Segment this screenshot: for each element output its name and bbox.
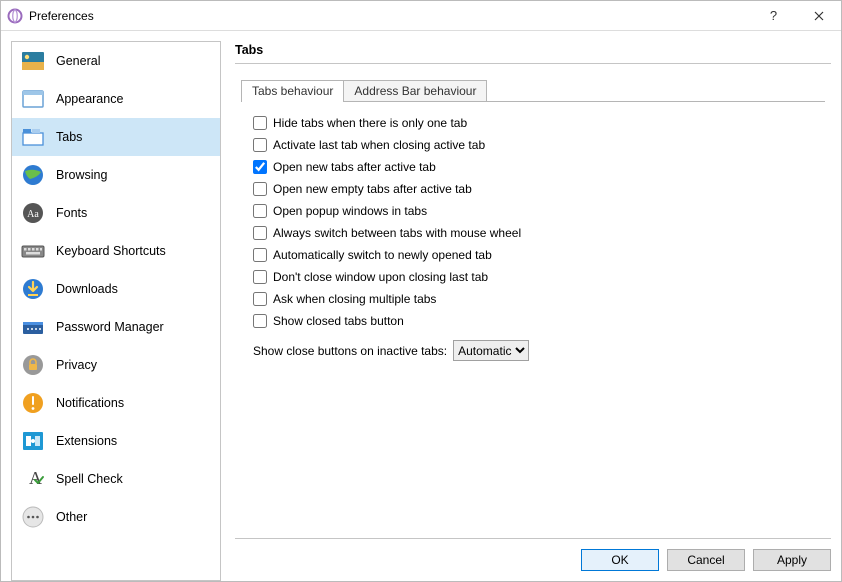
option-label: Open new empty tabs after active tab	[273, 182, 472, 196]
window-title: Preferences	[29, 9, 94, 23]
apply-button[interactable]: Apply	[753, 549, 831, 571]
more-icon	[20, 504, 46, 530]
app-icon	[7, 8, 23, 24]
svg-text:Aa: Aa	[27, 209, 39, 220]
downloads-icon	[20, 276, 46, 302]
password-icon	[20, 314, 46, 340]
close-buttons-select[interactable]: Automatic	[453, 340, 529, 361]
sidebar-item-notifications[interactable]: Notifications	[12, 384, 220, 422]
checkbox[interactable]	[253, 270, 267, 284]
fonts-icon: Aa	[20, 200, 46, 226]
globe-icon	[20, 162, 46, 188]
sidebar-item-label: Browsing	[56, 168, 107, 182]
sidebar-item-extensions[interactable]: Extensions	[12, 422, 220, 460]
sidebar-item-label: Tabs	[56, 130, 82, 144]
svg-text:A: A	[29, 468, 42, 488]
checkbox[interactable]	[253, 248, 267, 262]
main-panel: Tabs Tabs behaviour Address Bar behaviou…	[221, 41, 831, 581]
lock-icon	[20, 352, 46, 378]
dialog-footer: OK Cancel Apply	[235, 538, 831, 581]
sidebar-item-appearance[interactable]: Appearance	[12, 80, 220, 118]
close-buttons-label: Show close buttons on inactive tabs:	[253, 344, 447, 358]
option-label: Always switch between tabs with mouse wh…	[273, 226, 521, 240]
sidebar-item-spellcheck[interactable]: A Spell Check	[12, 460, 220, 498]
option-open-empty-after-active[interactable]: Open new empty tabs after active tab	[253, 178, 821, 200]
tabs-icon	[20, 124, 46, 150]
extensions-icon	[20, 428, 46, 454]
tab-strip: Tabs behaviour Address Bar behaviour	[241, 78, 825, 102]
option-label: Open popup windows in tabs	[273, 204, 427, 218]
cancel-button[interactable]: Cancel	[667, 549, 745, 571]
content: General Appearance Tabs Browsing Aa Font…	[1, 31, 841, 581]
sidebar-item-label: Downloads	[56, 282, 118, 296]
option-label: Ask when closing multiple tabs	[273, 292, 436, 306]
checkbox[interactable]	[253, 160, 267, 174]
spellcheck-icon: A	[20, 466, 46, 492]
option-label: Don't close window upon closing last tab	[273, 270, 488, 284]
checkbox[interactable]	[253, 204, 267, 218]
checkbox[interactable]	[253, 226, 267, 240]
sidebar-item-label: Privacy	[56, 358, 97, 372]
notifications-icon	[20, 390, 46, 416]
checkbox[interactable]	[253, 138, 267, 152]
sidebar-item-downloads[interactable]: Downloads	[12, 270, 220, 308]
keyboard-icon	[20, 238, 46, 264]
section-rule	[235, 63, 831, 64]
option-mouse-wheel-switch[interactable]: Always switch between tabs with mouse wh…	[253, 222, 821, 244]
sidebar-item-label: Spell Check	[56, 472, 123, 486]
home-icon	[20, 48, 46, 74]
sidebar-item-label: Extensions	[56, 434, 117, 448]
sidebar-item-tabs[interactable]: Tabs	[12, 118, 220, 156]
ok-button[interactable]: OK	[581, 549, 659, 571]
option-popup-in-tabs[interactable]: Open popup windows in tabs	[253, 200, 821, 222]
sidebar-item-label: General	[56, 54, 100, 68]
sidebar-item-label: Appearance	[56, 92, 123, 106]
sidebar-item-general[interactable]: General	[12, 42, 220, 80]
sidebar-item-label: Password Manager	[56, 320, 164, 334]
option-auto-switch-new[interactable]: Automatically switch to newly opened tab	[253, 244, 821, 266]
tab-panel: Hide tabs when there is only one tab Act…	[235, 102, 831, 538]
sidebar-item-label: Fonts	[56, 206, 87, 220]
option-ask-close-multiple[interactable]: Ask when closing multiple tabs	[253, 288, 821, 310]
option-label: Activate last tab when closing active ta…	[273, 138, 485, 152]
option-open-after-active[interactable]: Open new tabs after active tab	[253, 156, 821, 178]
option-label: Automatically switch to newly opened tab	[273, 248, 492, 262]
close-buttons-row: Show close buttons on inactive tabs: Aut…	[253, 340, 821, 361]
tab-tabs-behaviour[interactable]: Tabs behaviour	[241, 80, 344, 102]
option-dont-close-last[interactable]: Don't close window upon closing last tab	[253, 266, 821, 288]
sidebar-item-privacy[interactable]: Privacy	[12, 346, 220, 384]
option-hide-tabs[interactable]: Hide tabs when there is only one tab	[253, 112, 821, 134]
checkbox[interactable]	[253, 182, 267, 196]
sidebar-item-shortcuts[interactable]: Keyboard Shortcuts	[12, 232, 220, 270]
sidebar-item-fonts[interactable]: Aa Fonts	[12, 194, 220, 232]
option-activate-last[interactable]: Activate last tab when closing active ta…	[253, 134, 821, 156]
sidebar: General Appearance Tabs Browsing Aa Font…	[11, 41, 221, 581]
checkbox[interactable]	[253, 116, 267, 130]
checkbox[interactable]	[253, 314, 267, 328]
sidebar-item-label: Notifications	[56, 396, 124, 410]
titlebar: Preferences ?	[1, 1, 841, 31]
help-button[interactable]: ?	[751, 1, 796, 31]
option-show-closed-tabs[interactable]: Show closed tabs button	[253, 310, 821, 332]
sidebar-item-password[interactable]: Password Manager	[12, 308, 220, 346]
close-window-button[interactable]	[796, 1, 841, 31]
option-label: Show closed tabs button	[273, 314, 404, 328]
checkbox[interactable]	[253, 292, 267, 306]
sidebar-item-label: Other	[56, 510, 87, 524]
window-icon	[20, 86, 46, 112]
sidebar-item-browsing[interactable]: Browsing	[12, 156, 220, 194]
option-label: Open new tabs after active tab	[273, 160, 436, 174]
option-label: Hide tabs when there is only one tab	[273, 116, 467, 130]
section-heading: Tabs	[235, 41, 831, 63]
tab-address-bar-behaviour[interactable]: Address Bar behaviour	[343, 80, 487, 101]
sidebar-item-label: Keyboard Shortcuts	[56, 244, 166, 258]
sidebar-item-other[interactable]: Other	[12, 498, 220, 536]
